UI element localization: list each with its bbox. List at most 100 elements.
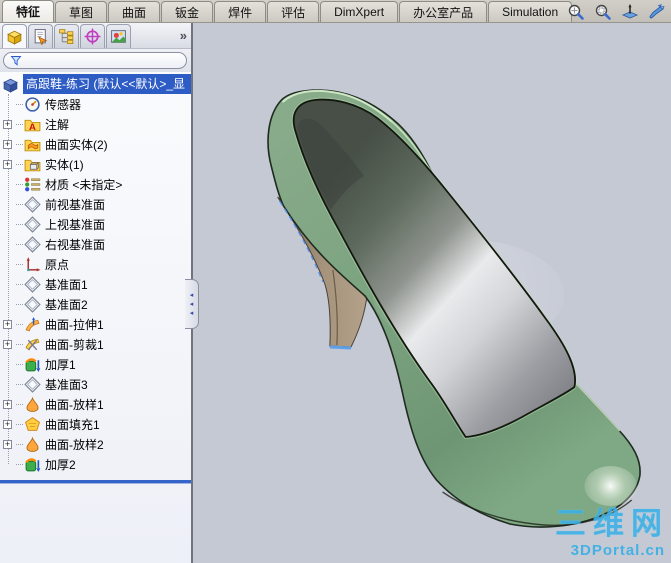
- ribbon-tab-label: 曲面: [122, 4, 146, 21]
- tree-item[interactable]: + 加厚1: [0, 354, 191, 374]
- feature-icon: [24, 136, 41, 153]
- feature-icon: [24, 176, 41, 193]
- feature-icon: [24, 376, 41, 393]
- ribbon-tab-label: 特征: [16, 3, 40, 20]
- zoom-area-icon[interactable]: [592, 1, 614, 22]
- feature-tree: 高跟鞋-练习 (默认<<默认>_显 + 传感器 + 注解: [0, 72, 191, 563]
- feature-manager-panel: » 高跟鞋-练习 (默认<<默认>_显 +: [0, 23, 193, 563]
- tree-item[interactable]: + 基准面3: [0, 374, 191, 394]
- displaymanager-tab[interactable]: [106, 24, 131, 48]
- ribbon-tab-bar: 特征 草图 曲面 钣金 焊件 评估 DimXpert 办公室产品 Simulat…: [0, 0, 671, 23]
- tree-item[interactable]: + 曲面-拉伸1: [0, 314, 191, 334]
- normal-to-icon[interactable]: [619, 1, 641, 22]
- part-icon: [2, 76, 19, 93]
- expand-toggle[interactable]: +: [3, 120, 12, 129]
- feature-icon: [24, 156, 41, 173]
- manager-overflow-chevron[interactable]: »: [180, 28, 185, 43]
- feature-icon: [24, 416, 41, 433]
- tree-item[interactable]: + 曲面填充1: [0, 414, 191, 434]
- ribbon-tab[interactable]: 钣金: [161, 1, 213, 22]
- tree-item-label: 注解: [45, 116, 69, 133]
- tree-item-label: 曲面-剪裁1: [45, 336, 104, 353]
- tree-item[interactable]: + 前视基准面: [0, 194, 191, 214]
- tree-item[interactable]: + 基准面1: [0, 274, 191, 294]
- expand-toggle[interactable]: +: [3, 340, 12, 349]
- feature-icon: [24, 96, 41, 113]
- feature-icon: [24, 316, 41, 333]
- configurationmanager-tab[interactable]: [54, 24, 79, 48]
- filter-funnel-icon: [10, 55, 22, 67]
- tree-item-label: 传感器: [45, 96, 81, 113]
- watermark-site: 3DPortal.cn: [571, 542, 665, 559]
- tree-filter-row: [0, 49, 191, 72]
- featuremanager-tree-tab[interactable]: [2, 24, 27, 48]
- tree-item-label: 加厚2: [45, 456, 76, 473]
- tree-item[interactable]: + 传感器: [0, 94, 191, 114]
- tree-item-label: 基准面3: [45, 376, 88, 393]
- ribbon-tab[interactable]: 评估: [267, 1, 319, 22]
- tree-item-label: 右视基准面: [45, 236, 105, 253]
- propertymanager-tab[interactable]: [28, 24, 53, 48]
- tree-item-label: 原点: [45, 256, 69, 273]
- expand-toggle[interactable]: +: [3, 320, 12, 329]
- expand-toggle[interactable]: +: [3, 160, 12, 169]
- tree-item[interactable]: + 右视基准面: [0, 234, 191, 254]
- tree-root-item[interactable]: 高跟鞋-练习 (默认<<默认>_显: [0, 74, 191, 94]
- tree-item[interactable]: + 注解: [0, 114, 191, 134]
- tree-item[interactable]: + 曲面-剪裁1: [0, 334, 191, 354]
- rollback-bar[interactable]: [0, 480, 191, 483]
- feature-icon: [24, 196, 41, 213]
- tree-item-label: 基准面2: [45, 296, 88, 313]
- tree-item-label: 曲面-拉伸1: [45, 316, 104, 333]
- ribbon-tab[interactable]: 草图: [55, 1, 107, 22]
- ribbon-tab[interactable]: DimXpert: [320, 1, 398, 22]
- feature-icon: [24, 216, 41, 233]
- tree-item[interactable]: + 加厚2: [0, 454, 191, 474]
- tree-item[interactable]: + 上视基准面: [0, 214, 191, 234]
- panel-collapse-handle[interactable]: ◂ ◂ ◂: [185, 279, 199, 329]
- tree-item-label: 基准面1: [45, 276, 88, 293]
- feature-icon: [24, 356, 41, 373]
- manager-tab-bar: »: [0, 23, 191, 49]
- tree-item-label: 曲面填充1: [45, 416, 100, 433]
- tree-item[interactable]: + 材质 <未指定>: [0, 174, 191, 194]
- expand-toggle[interactable]: +: [3, 420, 12, 429]
- tree-item-label: 上视基准面: [45, 216, 105, 233]
- tree-item-label: 前视基准面: [45, 196, 105, 213]
- ribbon-tab[interactable]: 焊件: [214, 1, 266, 22]
- ribbon-tab-label: DimXpert: [334, 5, 384, 19]
- ribbon-tabs: 特征 草图 曲面 钣金 焊件 评估 DimXpert 办公室产品 Simulat…: [0, 0, 573, 22]
- ribbon-tab[interactable]: 曲面: [108, 1, 160, 22]
- tree-item[interactable]: + 基准面2: [0, 294, 191, 314]
- ribbon-tab-label: 钣金: [175, 4, 199, 21]
- tree-item[interactable]: + 原点: [0, 254, 191, 274]
- tree-item-label: 曲面-放样1: [45, 396, 104, 413]
- expand-toggle[interactable]: +: [3, 400, 12, 409]
- feature-icon: [24, 456, 41, 473]
- tree-item[interactable]: + 曲面-放样1: [0, 394, 191, 414]
- tree-root-label: 高跟鞋-练习 (默认<<默认>_显: [23, 74, 191, 94]
- zoom-crosshair-icon[interactable]: [565, 1, 587, 22]
- expand-toggle[interactable]: +: [3, 140, 12, 149]
- feature-icon: [24, 276, 41, 293]
- tree-filter-input[interactable]: [22, 54, 180, 67]
- feature-icon: [24, 256, 41, 273]
- watermark-logo: 三维网: [555, 498, 669, 543]
- tree-item[interactable]: + 实体(1): [0, 154, 191, 174]
- tree-filter-box[interactable]: [3, 52, 187, 69]
- tree-item[interactable]: + 曲面实体(2): [0, 134, 191, 154]
- heel-tip-edge: [330, 347, 351, 348]
- feature-icon: [24, 396, 41, 413]
- viewport-canvas[interactable]: 三维网 3DPortal.cn: [193, 23, 671, 563]
- shoe-3d-model: [193, 23, 671, 563]
- ribbon-tab[interactable]: 办公室产品: [399, 1, 487, 22]
- ribbon-tab[interactable]: Simulation: [488, 1, 572, 22]
- ribbon-tab[interactable]: 特征: [2, 0, 54, 22]
- appearance-icon[interactable]: [646, 1, 668, 22]
- expand-toggle[interactable]: +: [3, 440, 12, 449]
- dimxpertmanager-tab[interactable]: [80, 24, 105, 48]
- tree-item-label: 实体(1): [45, 156, 84, 173]
- tree-item[interactable]: + 曲面-放样2: [0, 434, 191, 454]
- ribbon-tab-label: 评估: [281, 4, 305, 21]
- feature-icon: [24, 336, 41, 353]
